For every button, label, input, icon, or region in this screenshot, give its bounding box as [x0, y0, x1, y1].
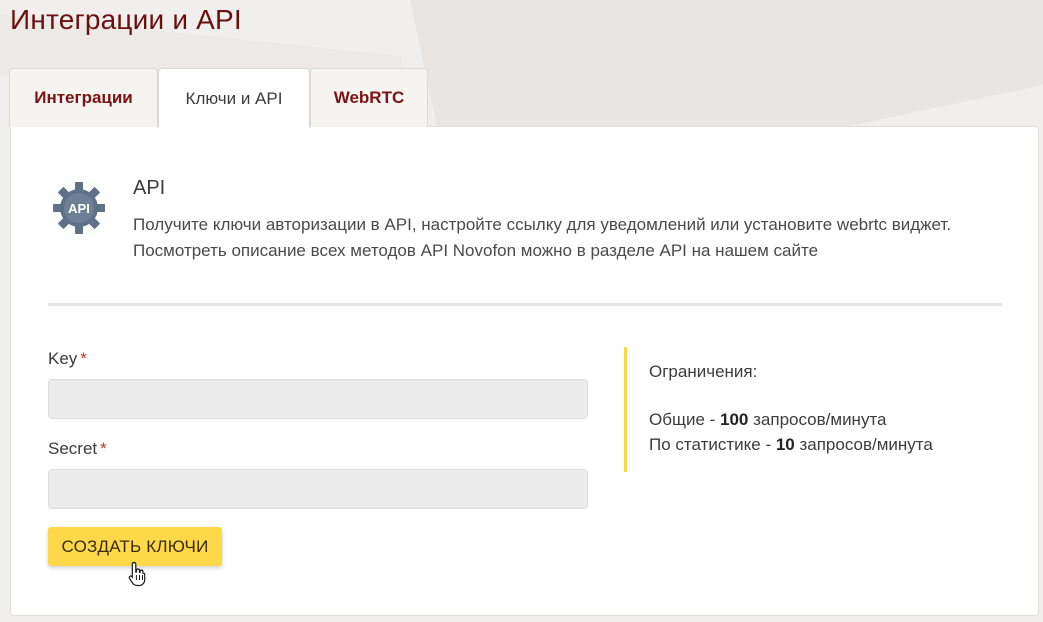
svg-text:API: API — [68, 201, 90, 216]
limits-info-box: Ограничения: Общие - 100 запросов/минута… — [624, 347, 1004, 472]
tab-keys-and-api[interactable]: Ключи и API — [158, 68, 310, 128]
limit-general-prefix: Общие - — [649, 410, 721, 429]
key-label-text: Key — [48, 349, 78, 368]
api-heading: API — [133, 177, 166, 199]
key-input[interactable] — [48, 379, 588, 419]
limit-general: Общие - 100 запросов/минута — [649, 410, 887, 430]
tab-integrations[interactable]: Интеграции — [9, 68, 158, 127]
limit-stats-suffix: запросов/минута — [794, 435, 933, 454]
gear-api-icon: API — [53, 182, 105, 234]
limit-stats-value: 10 — [775, 435, 795, 454]
section-divider — [48, 303, 1002, 306]
limit-general-suffix: запросов/минута — [748, 410, 887, 429]
limit-general-value: 100 — [720, 410, 749, 429]
limit-stats-prefix: По статистике - — [649, 435, 776, 454]
required-mark: * — [80, 349, 87, 368]
tab-webrtc[interactable]: WebRTC — [310, 68, 428, 127]
keys-api-panel: API API Получите ключи авторизации в API… — [10, 126, 1039, 616]
hand-pointer-icon — [128, 561, 146, 587]
tab-bar: Интеграции Ключи и API WebRTC — [9, 68, 428, 128]
api-description: Получите ключи авторизации в API, настро… — [133, 212, 1013, 264]
api-description-line1: Получите ключи авторизации в API, настро… — [133, 215, 952, 234]
page-title: Интеграции и API — [10, 4, 242, 35]
api-description-line2: Посмотреть описание всех методов API Nov… — [133, 241, 819, 260]
required-mark: * — [100, 439, 107, 458]
secret-input[interactable] — [48, 469, 588, 509]
key-label: Key * — [48, 349, 87, 369]
secret-label-text: Secret — [48, 439, 98, 458]
limits-title: Ограничения: — [649, 362, 758, 381]
secret-label: Secret * — [48, 439, 107, 459]
limit-stats: По статистике - 10 запросов/минута — [649, 435, 933, 455]
